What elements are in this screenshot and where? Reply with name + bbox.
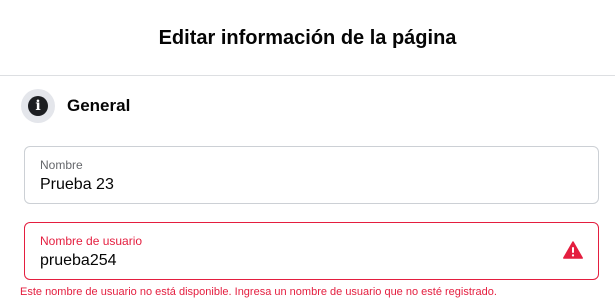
name-field[interactable]: Nombre — [24, 146, 599, 204]
name-input[interactable] — [40, 176, 540, 194]
info-icon-container: i — [21, 89, 55, 123]
username-field-label: Nombre de usuario — [40, 234, 143, 248]
username-input[interactable] — [40, 252, 540, 270]
dialog-title: Editar información de la página — [158, 27, 457, 49]
general-section-header: i General — [21, 89, 130, 123]
section-title: General — [67, 96, 131, 115]
warning-icon — [563, 241, 583, 259]
info-icon: i — [28, 96, 48, 116]
username-field[interactable]: Nombre de usuario — [24, 222, 599, 280]
name-field-label: Nombre — [40, 158, 83, 172]
username-error-message: Este nombre de usuario no está disponibl… — [20, 286, 497, 298]
dialog-header: Editar información de la página — [0, 0, 615, 76]
